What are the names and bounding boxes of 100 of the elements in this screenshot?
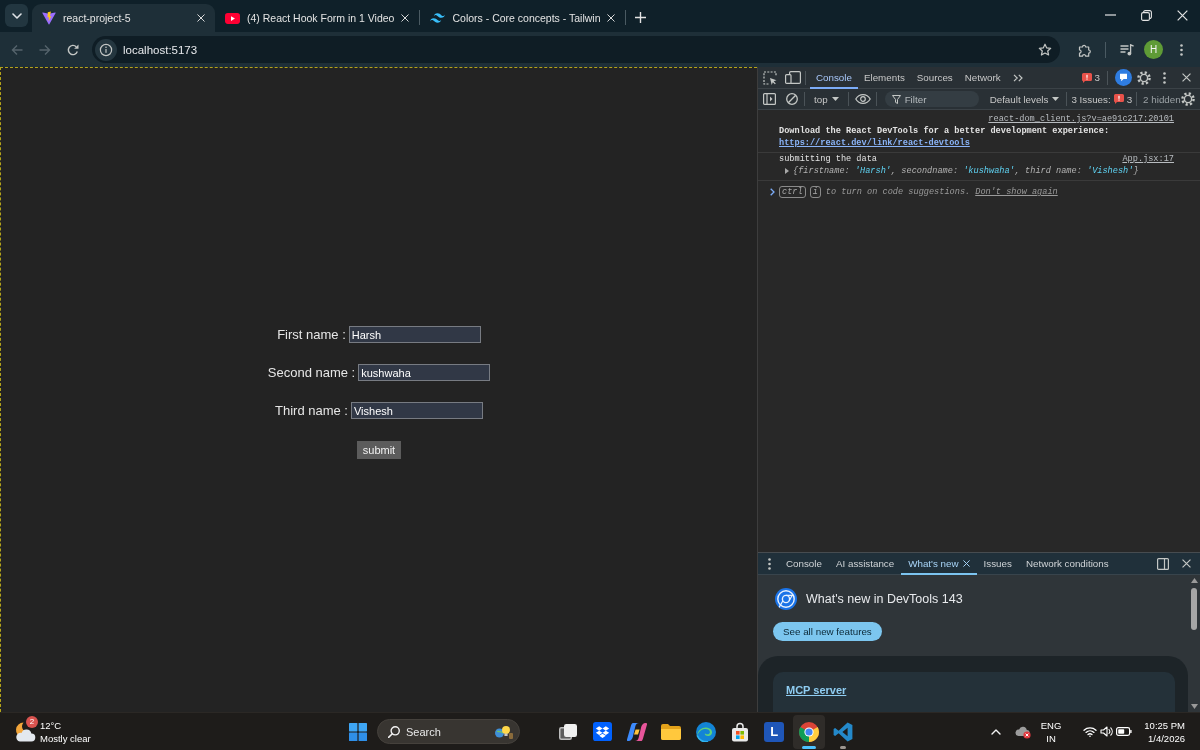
info-icon[interactable] xyxy=(95,38,117,61)
shopping-bag-icon xyxy=(729,721,750,742)
source-link[interactable]: react-dom_client.js?v=ae91c217:20101 xyxy=(988,113,1174,125)
language-code[interactable]: ENG xyxy=(1040,718,1062,732)
levels-dropdown[interactable]: Default levels xyxy=(986,93,1063,105)
devtools-tab[interactable]: Sources xyxy=(910,66,959,89)
sidebar-icon[interactable] xyxy=(763,93,776,105)
settings-icon[interactable] xyxy=(1137,70,1151,85)
taskbar-search-field[interactable]: Search xyxy=(377,719,520,744)
inspect-icon[interactable] xyxy=(763,70,777,85)
running-indicator xyxy=(840,745,847,749)
taskbar-app-button[interactable]: L xyxy=(758,714,791,749)
drawer-tab[interactable]: What's new xyxy=(901,552,977,575)
drawer-tab[interactable]: Network conditions xyxy=(1018,552,1116,575)
close-icon[interactable] xyxy=(1182,73,1191,82)
chevron-up-icon[interactable] xyxy=(990,728,1001,735)
search-icon xyxy=(388,725,400,738)
more-icon[interactable] xyxy=(768,557,771,570)
caret-icon xyxy=(831,97,839,101)
key-hint: i xyxy=(809,186,821,198)
name-input[interactable]: Harsh xyxy=(348,326,481,343)
tab-search-button[interactable] xyxy=(5,4,28,27)
address-bar[interactable]: localhost:5173 xyxy=(92,36,1060,63)
weather-condition-text: Mostly clear xyxy=(40,731,91,745)
more-icon[interactable] xyxy=(1180,43,1183,56)
scroll-down-icon[interactable] xyxy=(1190,704,1198,709)
reload-icon[interactable] xyxy=(67,43,79,56)
clock-time[interactable]: 10:25 PM xyxy=(1144,718,1185,732)
close-icon[interactable] xyxy=(607,14,616,22)
submit-button[interactable]: submit xyxy=(356,441,402,459)
close-icon[interactable] xyxy=(1177,9,1188,21)
drawer-tab[interactable]: Console xyxy=(779,552,829,575)
dock-side-icon[interactable] xyxy=(1157,557,1169,570)
folder-icon xyxy=(661,723,682,740)
eye-icon[interactable] xyxy=(854,94,871,104)
name-input[interactable]: kushwaha xyxy=(358,364,491,381)
whats-new-heading: What's new in DevTools 143 xyxy=(806,592,963,606)
device-icon[interactable] xyxy=(785,71,801,84)
swirl-logo-icon xyxy=(626,721,647,742)
expand-arrow-icon[interactable] xyxy=(785,168,789,174)
browser-tab[interactable]: Colors - Core concepts - Tailwin xyxy=(420,4,626,32)
console-message: Download the React DevTools for a better development experience: xyxy=(779,126,1110,136)
name-input[interactable]: Vishesh xyxy=(351,402,483,419)
close-icon[interactable] xyxy=(197,14,205,22)
more-icon[interactable] xyxy=(1163,71,1166,84)
filter-field[interactable]: Filter xyxy=(884,91,979,107)
clock-date[interactable]: 1/4/2026 xyxy=(1148,731,1185,745)
circle-logo-icon xyxy=(775,588,797,610)
playlist-icon[interactable] xyxy=(1120,43,1134,56)
chevron-down-icon xyxy=(11,12,22,19)
star-icon[interactable] xyxy=(1038,42,1052,57)
lightning-logo-icon xyxy=(42,11,56,25)
close-icon[interactable] xyxy=(962,560,970,567)
temperature-text: 12°C xyxy=(40,718,63,732)
search-input[interactable]: Search xyxy=(406,724,489,739)
start-icon[interactable] xyxy=(349,722,367,741)
devtools-tab[interactable]: Elements xyxy=(857,66,911,89)
browser-tab[interactable]: react-project-5 xyxy=(32,4,215,32)
wave-logo-icon xyxy=(430,13,446,23)
docs-link[interactable]: https://react.dev/link/react-devtools xyxy=(779,138,970,148)
weather-alert-count: 2 xyxy=(26,715,38,728)
drawer-tab[interactable]: AI assistance xyxy=(828,552,902,575)
source-link[interactable]: App.jsx:17 xyxy=(1122,153,1174,165)
wifi-icon[interactable] xyxy=(1083,726,1098,737)
speaker-icon[interactable] xyxy=(1100,726,1114,737)
filter-icon xyxy=(891,94,901,104)
scrollbar-thumb[interactable] xyxy=(1191,588,1197,630)
restore-icon[interactable] xyxy=(1141,9,1152,21)
color-wheel-icon xyxy=(798,721,819,742)
scroll-up-icon[interactable] xyxy=(1190,578,1198,583)
double-chevron-icon[interactable] xyxy=(1012,73,1023,82)
puzzle-icon[interactable] xyxy=(1078,42,1092,57)
close-icon[interactable] xyxy=(1182,559,1191,568)
plus-icon[interactable] xyxy=(635,12,647,23)
console-message: submitting the data xyxy=(779,153,877,165)
caret-icon xyxy=(1052,97,1060,101)
address-input[interactable]: localhost:5173 xyxy=(117,40,1032,59)
field-label: First name : xyxy=(277,327,346,342)
taskbar-app-button[interactable] xyxy=(792,714,825,749)
close-icon[interactable] xyxy=(401,14,410,22)
issues-button[interactable]: 3 Issues: 3 xyxy=(1071,93,1133,105)
key-hint: ctrl xyxy=(779,186,806,198)
chat-bubble-icon[interactable] xyxy=(1115,69,1132,86)
block-icon[interactable] xyxy=(786,93,798,105)
error-count-button[interactable]: 3 xyxy=(1081,72,1100,83)
see-features-button[interactable]: See all new features xyxy=(773,622,882,641)
context-dropdown[interactable]: top xyxy=(811,93,842,105)
hint-text: to turn on code suggestions. xyxy=(825,186,971,198)
filter-input[interactable]: Filter xyxy=(904,93,972,105)
settings-icon[interactable] xyxy=(1180,92,1195,106)
cloud-error-icon[interactable] xyxy=(1014,724,1031,739)
devtools-tab[interactable]: Network xyxy=(958,66,1007,89)
error-icon xyxy=(1081,72,1092,83)
dismiss-link[interactable]: Don't show again xyxy=(975,186,1058,198)
battery-icon[interactable] xyxy=(1116,727,1133,736)
feature-link[interactable]: MCP server xyxy=(786,684,847,696)
browser-tab[interactable]: (4) React Hook Form in 1 Video xyxy=(215,4,420,32)
ribbon-logo-icon xyxy=(833,721,854,742)
drawer-tab[interactable]: Issues xyxy=(976,552,1019,575)
language-region[interactable]: IN xyxy=(1046,731,1056,745)
